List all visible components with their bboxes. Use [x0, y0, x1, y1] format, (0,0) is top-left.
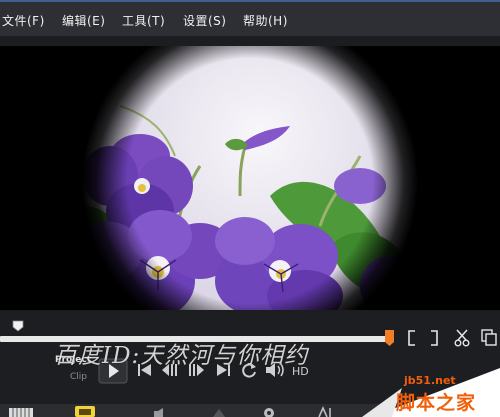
playhead-end-marker[interactable] — [385, 330, 394, 346]
scissors-icon[interactable] — [454, 329, 470, 347]
logo-url: jb51.net — [404, 374, 456, 387]
menu-help[interactable]: 帮助(H) — [243, 12, 288, 29]
copy-icon[interactable] — [481, 329, 497, 347]
menu-edit[interactable]: 编辑(E) — [62, 12, 105, 29]
edit-tool-icon[interactable] — [74, 405, 96, 417]
title-tool-icon[interactable] — [318, 406, 332, 417]
audio-tool-icon[interactable] — [152, 407, 166, 417]
watermark-text: 百度ID:天然河与你相约 — [54, 343, 309, 369]
mark-out-icon[interactable] — [428, 330, 440, 346]
transition-tool-icon[interactable] — [212, 407, 226, 417]
menu-tools[interactable]: 工具(T) — [122, 12, 165, 29]
menu-file[interactable]: 文件(F) — [2, 12, 45, 29]
site-logo: jb51.net 脚本之家 — [362, 364, 500, 417]
menu-bar: 文件(F) 编辑(E) 工具(T) 设置(S) 帮助(H) — [0, 0, 500, 36]
mark-in-icon[interactable] — [406, 330, 418, 346]
mode-clip-label[interactable]: Clip — [70, 372, 87, 382]
logo-name: 脚本之家 — [396, 392, 477, 414]
storyboard-icon[interactable] — [8, 406, 34, 417]
effects-tool-icon[interactable] — [262, 406, 276, 417]
preview-image — [0, 46, 500, 310]
menu-settings[interactable]: 设置(S) — [183, 12, 226, 29]
preview-window — [0, 46, 500, 310]
progress-thumb[interactable] — [12, 320, 24, 332]
